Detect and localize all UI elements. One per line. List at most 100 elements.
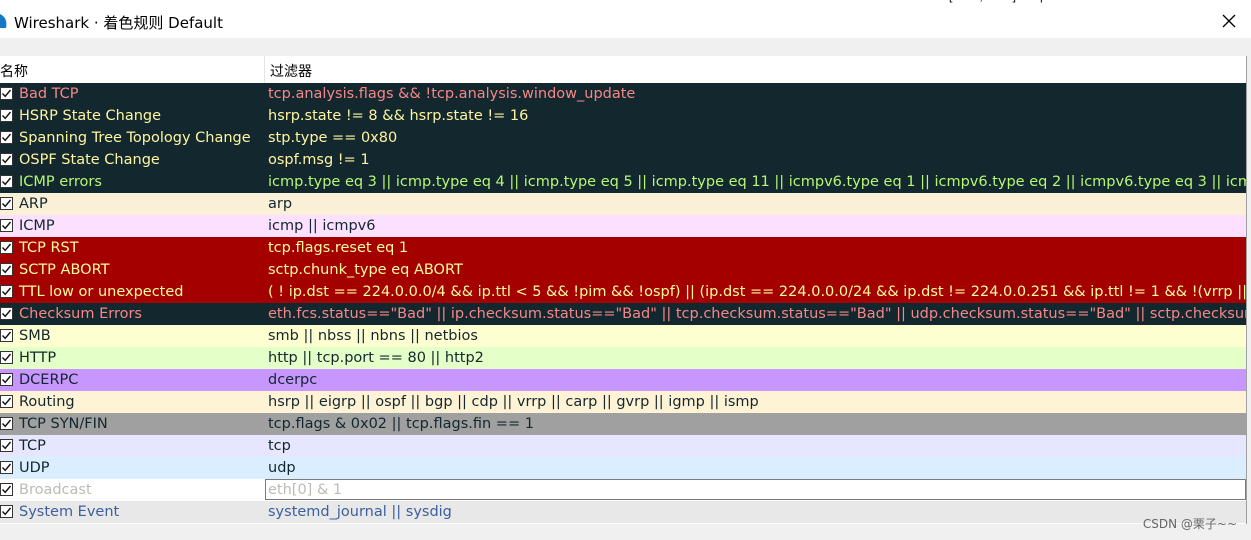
table-row[interactable]: TCP tcp — [0, 435, 1246, 457]
filter-edit-field[interactable] — [265, 479, 1246, 500]
checkmark-icon — [1, 485, 12, 494]
rule-name[interactable]: TTL low or unexpected — [19, 283, 184, 301]
table-row[interactable]: TTL low or unexpected ( ! ip.dst == 224.0… — [0, 281, 1246, 303]
rule-name[interactable]: ICMP — [19, 217, 55, 235]
rule-filter[interactable]: tcp.flags & 0x02 || tcp.flags.fin == 1 — [268, 415, 534, 433]
rule-name[interactable]: DCERPC — [19, 371, 78, 389]
rule-name[interactable]: SMB — [19, 327, 51, 345]
rule-filter[interactable]: tcp.flags.reset eq 1 — [268, 239, 408, 257]
rule-filter[interactable]: udp — [268, 459, 296, 477]
rule-name[interactable]: HSRP State Change — [19, 107, 161, 125]
checkmark-icon — [1, 177, 12, 186]
window-title: Wireshark · 着色规则 Default — [14, 14, 223, 32]
table-row[interactable]: UDP udp — [0, 457, 1246, 479]
rule-name[interactable]: Spanning Tree Topology Change — [19, 129, 251, 147]
rule-filter[interactable]: arp — [268, 195, 292, 213]
rule-enabled-checkbox[interactable] — [0, 219, 13, 232]
wireshark-fin-icon — [0, 14, 7, 28]
checkmark-icon — [1, 441, 12, 450]
rule-enabled-checkbox[interactable] — [0, 175, 13, 188]
rule-enabled-checkbox[interactable] — [0, 461, 13, 474]
checkmark-icon — [1, 353, 12, 362]
table-row[interactable]: Checksum Errors eth.fcs.status=="Bad" || … — [0, 303, 1246, 325]
rule-name[interactable]: Checksum Errors — [19, 305, 142, 323]
table-row[interactable]: Routing hsrp || eigrp || ospf || bgp || c… — [0, 391, 1246, 413]
rules-list: Bad TCP tcp.analysis.flags && !tcp.analys… — [0, 83, 1246, 523]
rule-filter[interactable]: eth[0] & 1 — [268, 481, 342, 499]
rule-filter[interactable]: stp.type == 0x80 — [268, 129, 397, 147]
rule-name[interactable]: UDP — [19, 459, 50, 477]
rule-enabled-checkbox[interactable] — [0, 417, 13, 430]
rule-enabled-checkbox[interactable] — [0, 241, 13, 254]
table-row[interactable]: Spanning Tree Topology Change stp.type ==… — [0, 127, 1246, 149]
rule-filter[interactable]: ospf.msg != 1 — [268, 151, 370, 169]
table-row[interactable]: System Event systemd_journal || sysdig — [0, 501, 1246, 523]
rule-name[interactable]: ARP — [19, 195, 48, 213]
rule-filter[interactable]: eth.fcs.status=="Bad" || ip.checksum.sta… — [268, 305, 1246, 323]
table-row[interactable]: DCERPC dcerpc — [0, 369, 1246, 391]
rule-filter[interactable]: systemd_journal || sysdig — [268, 503, 452, 521]
rule-enabled-checkbox[interactable] — [0, 307, 13, 320]
rule-filter[interactable]: ( ! ip.dst == 224.0.0.0/4 && ip.ttl < 5 … — [268, 283, 1246, 301]
rule-enabled-checkbox[interactable] — [0, 439, 13, 452]
table-row[interactable]: Broadcast eth[0] & 1 — [0, 479, 1246, 501]
checkmark-icon — [1, 507, 12, 516]
column-header-filter[interactable]: 过滤器 — [270, 61, 312, 81]
table-row[interactable]: ARP arp — [0, 193, 1246, 215]
table-row[interactable]: HSRP State Change hsrp.state != 8 && hsrp… — [0, 105, 1246, 127]
column-header-name[interactable]: 名称 — [0, 61, 28, 81]
rule-enabled-checkbox[interactable] — [0, 263, 13, 276]
rule-name[interactable]: TCP — [19, 437, 46, 455]
rule-filter[interactable]: icmp || icmpv6 — [268, 217, 375, 235]
table-row[interactable]: SMB smb || nbss || nbns || netbios — [0, 325, 1246, 347]
rule-enabled-checkbox[interactable] — [0, 285, 13, 298]
rule-name[interactable]: TCP SYN/FIN — [19, 415, 108, 433]
rule-name[interactable]: SCTP ABORT — [19, 261, 109, 279]
rule-enabled-checkbox[interactable] — [0, 483, 13, 496]
table-row[interactable]: HTTP http || tcp.port == 80 || http2 — [0, 347, 1246, 369]
rule-enabled-checkbox[interactable] — [0, 373, 13, 386]
rule-enabled-checkbox[interactable] — [0, 131, 13, 144]
rule-filter[interactable]: hsrp || eigrp || ospf || bgp || cdp || v… — [268, 393, 759, 411]
table-row[interactable]: TCP RST tcp.flags.reset eq 1 — [0, 237, 1246, 259]
rule-enabled-checkbox[interactable] — [0, 87, 13, 100]
column-separator[interactable] — [264, 56, 265, 83]
rule-filter[interactable]: icmp.type eq 3 || icmp.type eq 4 || icmp… — [268, 173, 1246, 191]
rule-filter[interactable]: sctp.chunk_type eq ABORT — [268, 261, 463, 279]
table-row[interactable]: ICMP icmp || icmpv6 — [0, 215, 1246, 237]
rule-filter[interactable]: tcp — [268, 437, 291, 455]
rule-name[interactable]: Bad TCP — [19, 85, 79, 103]
table-row[interactable]: SCTP ABORT sctp.chunk_type eq ABORT — [0, 259, 1246, 281]
table-row[interactable]: Bad TCP tcp.analysis.flags && !tcp.analys… — [0, 83, 1246, 105]
rule-filter[interactable]: dcerpc — [268, 371, 317, 389]
rule-name[interactable]: OSPF State Change — [19, 151, 160, 169]
rule-filter[interactable]: http || tcp.port == 80 || http2 — [268, 349, 484, 367]
rule-enabled-checkbox[interactable] — [0, 329, 13, 342]
rule-filter[interactable]: smb || nbss || nbns || netbios — [268, 327, 478, 345]
rule-name[interactable]: ICMP errors — [19, 173, 102, 191]
table-row[interactable]: ICMP errors icmp.type eq 3 || icmp.type e… — [0, 171, 1246, 193]
rule-enabled-checkbox[interactable] — [0, 109, 13, 122]
rule-enabled-checkbox[interactable] — [0, 153, 13, 166]
close-button[interactable] — [1207, 4, 1251, 38]
table-row[interactable]: TCP SYN/FIN tcp.flags & 0x02 || tcp.flags… — [0, 413, 1246, 435]
checkmark-icon — [1, 265, 12, 274]
checkmark-icon — [1, 309, 12, 318]
coloring-rules-table[interactable]: 名称 过滤器 Bad TCP tcp.analysis.flags && !tcp… — [0, 56, 1247, 524]
checkmark-icon — [1, 199, 12, 208]
rule-filter[interactable]: tcp.analysis.flags && !tcp.analysis.wind… — [268, 85, 635, 103]
rule-name[interactable]: System Event — [19, 503, 119, 521]
rule-enabled-checkbox[interactable] — [0, 197, 13, 210]
rule-name[interactable]: Broadcast — [19, 481, 92, 499]
rule-name[interactable]: HTTP — [19, 349, 56, 367]
rule-name[interactable]: Routing — [19, 393, 75, 411]
rule-enabled-checkbox[interactable] — [0, 505, 13, 518]
checkmark-icon — [1, 397, 12, 406]
rule-name[interactable]: TCP RST — [19, 239, 79, 257]
table-row[interactable]: OSPF State Change ospf.msg != 1 — [0, 149, 1246, 171]
checkmark-icon — [1, 133, 12, 142]
rule-enabled-checkbox[interactable] — [0, 395, 13, 408]
title-bar: Wireshark · 着色规则 Default — [0, 4, 1251, 38]
rule-enabled-checkbox[interactable] — [0, 351, 13, 364]
rule-filter[interactable]: hsrp.state != 8 && hsrp.state != 16 — [268, 107, 528, 125]
